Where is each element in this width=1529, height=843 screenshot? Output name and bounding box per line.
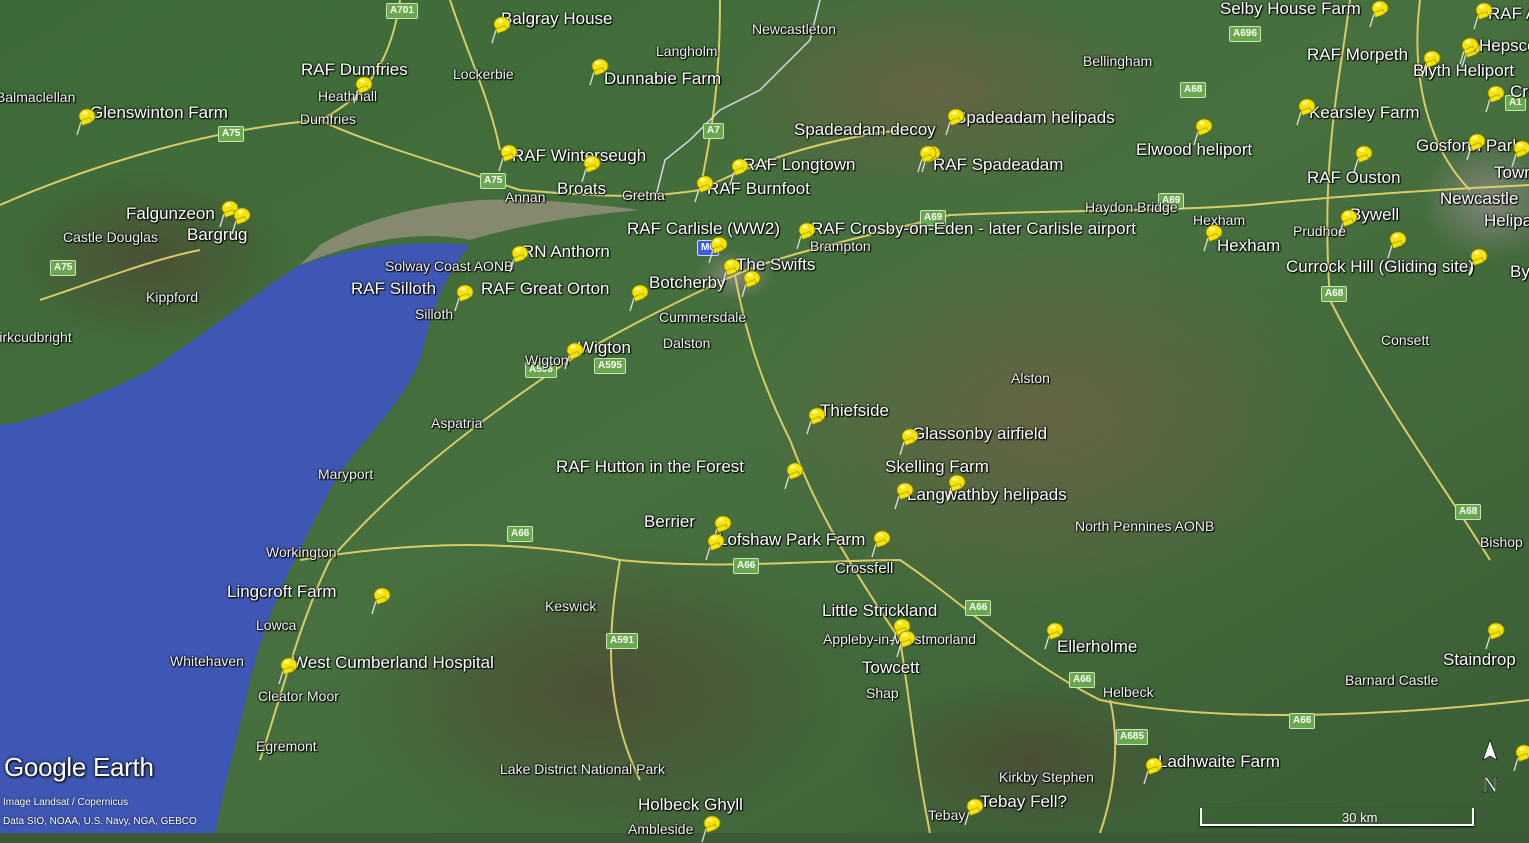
- pushpin-icon[interactable]: [700, 815, 722, 843]
- pushpin-icon[interactable]: [740, 270, 762, 298]
- pushpin-icon[interactable]: [508, 245, 530, 273]
- pushpin-icon[interactable]: [1510, 140, 1529, 168]
- pushpin-icon[interactable]: [277, 657, 299, 685]
- pushpin-icon[interactable]: [1142, 757, 1164, 785]
- pushpin-icon[interactable]: [370, 587, 392, 615]
- pushpin-icon[interactable]: [693, 175, 715, 203]
- pushpin-icon[interactable]: [895, 630, 917, 658]
- pushpin-icon[interactable]: [893, 482, 915, 510]
- pushpin-icon[interactable]: [1295, 98, 1317, 126]
- pushpin-icon[interactable]: [588, 58, 610, 86]
- pushpin-icon[interactable]: [728, 158, 750, 186]
- pushpin-icon[interactable]: [870, 530, 892, 558]
- pushpin-icon[interactable]: [230, 207, 252, 235]
- pushpin-icon[interactable]: [720, 258, 742, 286]
- pushpin-icon[interactable]: [453, 284, 475, 312]
- pushpin-icon[interactable]: [628, 284, 650, 312]
- pushpin-icon[interactable]: [1420, 50, 1442, 78]
- pushpin-icon[interactable]: [1512, 744, 1529, 772]
- pushpin-icon[interactable]: [945, 474, 967, 502]
- pushpin-icon[interactable]: [944, 108, 966, 136]
- pushpin-icon[interactable]: [1386, 231, 1408, 259]
- pushpin-icon[interactable]: [490, 16, 512, 44]
- pushpin-icon[interactable]: [1458, 37, 1480, 65]
- pushpin-icon[interactable]: [1202, 224, 1224, 252]
- pushpin-icon[interactable]: [1368, 0, 1390, 28]
- pushpin-icon[interactable]: [704, 533, 726, 561]
- pushpin-icon[interactable]: [1337, 209, 1359, 237]
- pushpin-icon[interactable]: [497, 144, 519, 172]
- pushpin-icon[interactable]: [783, 462, 805, 490]
- pushpin-icon[interactable]: [898, 428, 920, 456]
- pushpin-icon[interactable]: [805, 407, 827, 435]
- pushpin-icon[interactable]: [1484, 622, 1506, 650]
- pushpin-icon[interactable]: [352, 76, 374, 104]
- lakes-shading: [340, 540, 860, 833]
- pushpin-icon[interactable]: [795, 222, 817, 250]
- pennines-shading: [750, 220, 1350, 620]
- pushpin-icon[interactable]: [563, 342, 585, 370]
- pushpin-icon[interactable]: [1465, 133, 1487, 161]
- pushpin-icon[interactable]: [1192, 118, 1214, 146]
- pushpin-icon[interactable]: [1484, 85, 1506, 113]
- pushpin-icon[interactable]: [1043, 622, 1065, 650]
- pushpin-icon[interactable]: [75, 108, 97, 136]
- pushpin-icon[interactable]: [1467, 248, 1489, 276]
- svg-text:N: N: [1482, 772, 1498, 797]
- pushpin-icon[interactable]: [1472, 2, 1494, 30]
- pushpin-icon[interactable]: [963, 798, 985, 826]
- pushpin-icon[interactable]: [1352, 145, 1374, 173]
- north-arrow-icon[interactable]: N: [1476, 738, 1504, 798]
- pushpin-icon[interactable]: [580, 155, 602, 183]
- pushpin-icon[interactable]: [916, 145, 938, 173]
